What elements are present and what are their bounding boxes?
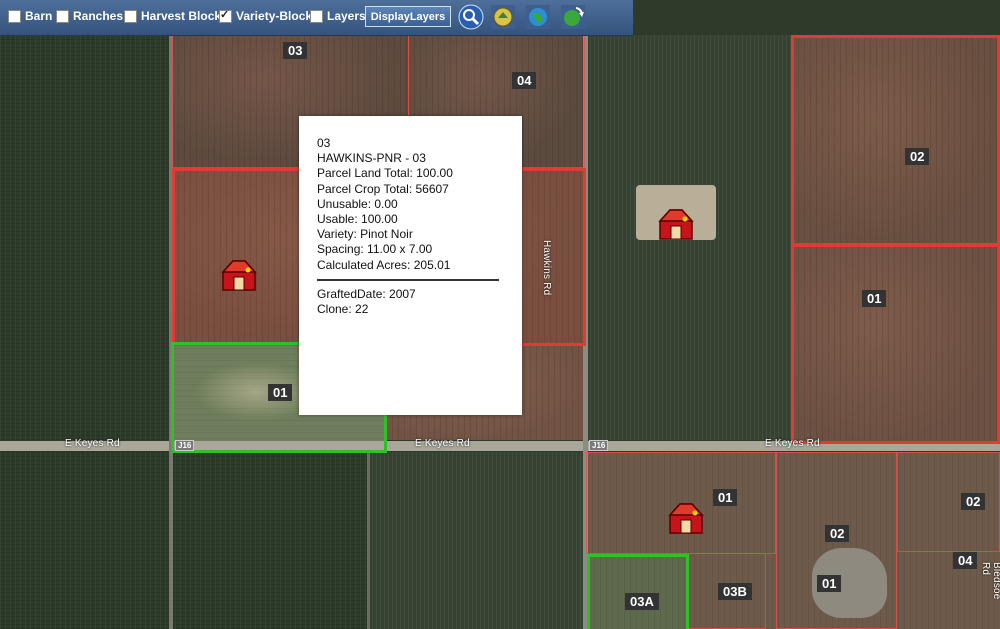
popup-divider (317, 278, 499, 281)
block-label[interactable]: 04 (512, 72, 537, 89)
variety-block-border (791, 35, 1000, 246)
popup-grafted-date: GraftedDate: 2007 (317, 286, 416, 301)
route-shield: J16 (175, 440, 195, 451)
popup-crop-total: Parcel Crop Total: 56607 (317, 181, 449, 196)
popup-unusable: Unusable: 0.00 (317, 196, 398, 211)
checkbox[interactable] (8, 9, 21, 23)
layer-toggle-barn[interactable]: Barn (8, 9, 52, 23)
layer-toggle-layers[interactable]: Layers (310, 9, 366, 23)
layer-toggle-ranches[interactable]: Ranches (56, 9, 123, 23)
popup-spacing: Spacing: 11.00 x 7.00 (317, 242, 433, 257)
road-label: E Keyes Rd (765, 438, 820, 449)
popup-calculated-acres: Calculated Acres: 205.01 (317, 257, 451, 272)
checkbox-checked[interactable] (219, 8, 232, 23)
checkbox[interactable] (124, 9, 137, 23)
block-label[interactable]: 03B (718, 583, 752, 600)
layer-label: Ranches (73, 9, 124, 23)
block-label[interactable]: 03A (625, 593, 659, 610)
orchard-field (368, 452, 585, 629)
layer-label: Variety-Block (236, 9, 313, 23)
selected-block-border (587, 554, 689, 629)
layer-toggle-harvest-block[interactable]: Harvest Block (124, 9, 221, 23)
block-label[interactable]: 02 (961, 493, 986, 510)
block-label[interactable]: 01 (817, 575, 842, 592)
popup-usable: Usable: 100.00 (317, 212, 398, 227)
block-label[interactable]: 02 (825, 525, 850, 542)
layer-label: Layers (327, 9, 366, 23)
search-icon[interactable] (458, 4, 484, 30)
variety-block-border (791, 244, 1000, 444)
route-shield: J16 (589, 440, 609, 451)
road-label: E Keyes Rd (65, 438, 120, 449)
checkbox[interactable] (310, 9, 323, 23)
barn-icon[interactable] (667, 501, 705, 535)
popup-block-id: 03 (317, 136, 331, 150)
block-label[interactable]: 01 (862, 290, 887, 307)
barn-icon[interactable] (220, 258, 258, 292)
globe-icon[interactable] (525, 4, 551, 30)
checkbox[interactable] (56, 9, 69, 23)
block-label[interactable]: 04 (953, 552, 978, 569)
globe-refresh-icon[interactable] (560, 4, 586, 30)
popup-block-name: HAWKINS-PNR - 03 (317, 151, 426, 166)
road-label: Bledsoe Rd (980, 562, 1000, 600)
layer-toggle-variety-block[interactable]: Variety-Block (219, 8, 313, 23)
block-label[interactable]: 02 (905, 148, 930, 165)
popup-clone: Clone: 22 (317, 302, 369, 317)
popup-land-total: Parcel Land Total: 100.00 (317, 166, 453, 181)
layer-label: Barn (25, 9, 53, 23)
road-label: E Keyes Rd (415, 438, 470, 449)
display-layers-button[interactable]: DisplayLayers (365, 6, 451, 27)
road-vertical (367, 452, 370, 629)
pan-tool-icon[interactable] (490, 4, 516, 30)
barn-icon[interactable] (657, 207, 695, 241)
layer-label: Harvest Block (141, 9, 222, 23)
block-label[interactable]: 03 (283, 42, 308, 59)
block-label[interactable]: 01 (268, 384, 293, 401)
block-info-popup: 03 HAWKINS-PNR - 03 Parcel Land Total: 1… (299, 116, 522, 415)
popup-variety: Variety: Pinot Noir (317, 227, 413, 242)
road-label: Hawkins Rd (541, 240, 552, 296)
block-label[interactable]: 01 (713, 489, 738, 506)
layer-toolbar: Barn Ranches Harvest Block Variety-Block… (0, 0, 633, 36)
orchard-field (0, 0, 170, 440)
